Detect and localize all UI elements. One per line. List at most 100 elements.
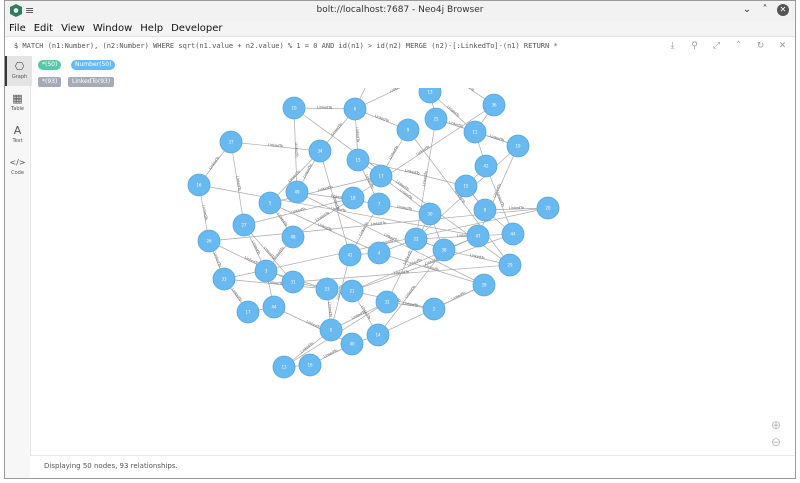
- view-graph-button[interactable]: ⎔ Graph: [5, 56, 32, 86]
- graph-node-label: 8: [484, 208, 487, 213]
- relationship-label: LinkedTo: [323, 348, 338, 358]
- graph-node-label: 27: [241, 223, 247, 228]
- download-icon[interactable]: ⤓: [666, 40, 679, 53]
- relationship-label: LinkedTo: [317, 105, 332, 109]
- view-table-button[interactable]: ▦ Table: [5, 88, 30, 118]
- graph-node-label: 13: [281, 365, 287, 370]
- relationship-label: LinkedTo: [251, 240, 261, 255]
- title-bar: ≡ bolt://localhost:7687 - Neo4j Browser …: [5, 1, 795, 22]
- window-dropdown-icon[interactable]: ⌄: [741, 4, 753, 16]
- graph-node-label: 2: [433, 307, 436, 312]
- menu-view[interactable]: View: [61, 21, 85, 36]
- nodes-layer: 2435121336106259113719341542171615491857…: [187, 88, 560, 379]
- collapse-icon[interactable]: ˄: [732, 40, 745, 53]
- menu-developer[interactable]: Developer: [171, 21, 222, 36]
- relationship-label: LinkedTo: [403, 301, 419, 307]
- rel-all-tag[interactable]: *(93): [38, 77, 62, 87]
- graph-node-label: 26: [206, 239, 212, 244]
- graph-node-label: 3: [265, 269, 268, 274]
- graph-node-label: 5: [269, 201, 272, 206]
- relationship-label: LinkedTo: [294, 142, 299, 157]
- result-view-sidebar: ⎔ Graph ▦ Table A Text </> Code: [5, 56, 32, 478]
- view-code-button[interactable]: </> Code: [5, 152, 30, 182]
- relationship-label: LinkedTo: [416, 145, 431, 157]
- graph-node-label: 15: [355, 158, 361, 163]
- close-icon[interactable]: ✕: [776, 40, 789, 53]
- relationship-label: LinkedTo: [469, 253, 485, 260]
- graph-node-label: 31: [290, 280, 296, 285]
- status-bar: Displaying 50 nodes, 93 relationships.: [30, 455, 795, 478]
- graph-node-label: 19: [515, 144, 521, 149]
- relationship-label: LinkedTo: [235, 176, 241, 192]
- window-title: bolt://localhost:7687 - Neo4j Browser: [316, 5, 484, 15]
- graph-node-label: 15: [463, 184, 469, 189]
- graph-node-label: 14: [375, 333, 381, 338]
- pin-icon[interactable]: ⚲: [688, 40, 701, 53]
- graph-node-label: 23: [324, 287, 330, 292]
- relationship-label: LinkedTo: [489, 134, 505, 142]
- graph-canvas[interactable]: LinkedTo LinkedTo LinkedTo LinkedTo LinkedTo…: [30, 88, 795, 456]
- menu-window[interactable]: Window: [93, 21, 132, 36]
- graph-node-label: 21: [349, 289, 355, 294]
- relationship-label: LinkedTo: [404, 285, 416, 299]
- cypher-query-text[interactable]: $ MATCH (n1:Number), (n2:Number) WHERE s…: [14, 42, 558, 50]
- label-all-pill[interactable]: *(50): [38, 60, 62, 70]
- relationship-label: LinkedTo: [213, 252, 222, 268]
- rerun-icon[interactable]: ↻: [754, 40, 767, 53]
- graph-node-label: 0: [330, 328, 333, 333]
- graph-node-label: 34: [317, 149, 323, 154]
- view-text-button[interactable]: A Text: [5, 120, 30, 150]
- rel-linkedto-tag[interactable]: LinkedTo(93): [68, 77, 115, 87]
- graph-node-label: 7: [378, 202, 381, 207]
- relationship-label: LinkedTo: [496, 192, 505, 208]
- graph-node-label: 9: [407, 128, 410, 133]
- menu-edit[interactable]: Edit: [34, 21, 53, 36]
- graph-node-label: 44: [510, 232, 516, 237]
- graph-node-label: 37: [228, 140, 234, 145]
- expand-icon[interactable]: ⤢: [710, 40, 723, 53]
- relationship-label: LinkedTo: [397, 205, 413, 212]
- window-maximize-icon[interactable]: ˄: [759, 4, 771, 16]
- graph-node-label: 39: [481, 283, 487, 288]
- relationship-label: LinkedTo: [317, 185, 333, 192]
- menu-help[interactable]: Help: [140, 21, 163, 36]
- relationship-label: LinkedTo: [300, 341, 314, 353]
- graph-node-label: 44: [271, 305, 277, 310]
- view-text-label: Text: [12, 138, 23, 144]
- relationship-label: LinkedTo: [327, 302, 332, 317]
- query-editor-bar: $ MATCH (n1:Number), (n2:Number) WHERE s…: [5, 36, 795, 58]
- menu-bar: File Edit View Window Help Developer: [5, 21, 795, 36]
- relationship-label: LinkedTo: [355, 127, 360, 142]
- relationship-label: LinkedTo: [388, 145, 399, 160]
- table-icon: ▦: [12, 92, 23, 105]
- graph-node-label: 16: [196, 183, 202, 188]
- graph-node-label: 17: [378, 174, 384, 179]
- view-graph-label: Graph: [11, 74, 28, 80]
- relationship-label: LinkedTo: [208, 156, 220, 171]
- code-icon: </>: [9, 158, 26, 167]
- graph-node-label: 47: [475, 234, 481, 239]
- neo4j-browser-window: ≡ bolt://localhost:7687 - Neo4j Browser …: [4, 0, 796, 479]
- window-close-icon[interactable]: ✕: [777, 4, 789, 16]
- graph-icon: ⎔: [14, 60, 25, 73]
- menu-file[interactable]: File: [9, 21, 26, 36]
- zoom-out-icon[interactable]: ⊖: [769, 435, 783, 449]
- relationship-label: LinkedTo: [422, 171, 428, 187]
- graph-svg[interactable]: LinkedTo LinkedTo LinkedTo LinkedTo LinkedTo…: [30, 88, 795, 458]
- relationship-label: LinkedTo: [460, 88, 475, 92]
- graph-node-label: 22: [413, 237, 419, 242]
- graph-node-label: 16: [307, 363, 313, 368]
- relationship-label: LinkedTo: [446, 105, 460, 118]
- label-number-pill[interactable]: Number(50): [71, 60, 116, 70]
- relationship-label: LinkedTo: [315, 211, 330, 223]
- zoom-in-icon[interactable]: ⊕: [769, 418, 783, 432]
- graph-node-label: 38: [441, 248, 447, 253]
- graph-node-label: 20: [545, 206, 551, 211]
- graph-node-label: 13: [427, 90, 433, 95]
- relationship-label: LinkedTo: [231, 288, 243, 303]
- relationship-label: LinkedTo: [202, 205, 209, 221]
- status-text: Displaying 50 nodes, 93 relationships.: [44, 462, 178, 470]
- relationship-label: LinkedTo: [407, 258, 422, 268]
- relationship-label: LinkedTo: [404, 168, 420, 175]
- graph-node-label: 49: [294, 190, 300, 195]
